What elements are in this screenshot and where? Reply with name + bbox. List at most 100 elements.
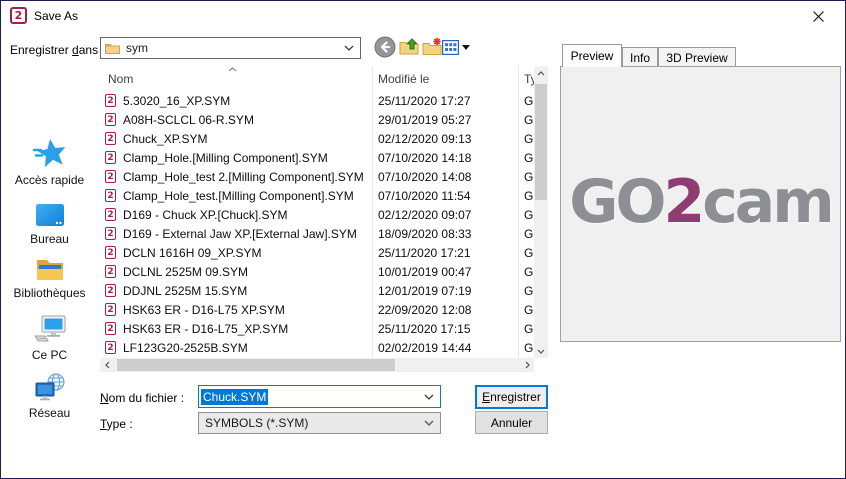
preview-pane: GO2cam bbox=[560, 66, 841, 342]
chevron-down-icon bbox=[344, 45, 354, 51]
file-modified: 25/11/2020 17:21 bbox=[378, 246, 471, 260]
filename-value[interactable]: Chuck.SYM bbox=[201, 389, 268, 405]
file-row[interactable]: 2Clamp_Hole.[Milling Component].SYM07/10… bbox=[100, 149, 534, 168]
file-type: GO bbox=[524, 265, 533, 279]
place-desktop[interactable]: Bureau bbox=[1, 203, 98, 246]
cancel-button[interactable]: Annuler bbox=[475, 411, 548, 434]
column-header-name[interactable]: Nom bbox=[108, 72, 133, 86]
go2cam-file-icon: 2 bbox=[105, 132, 116, 145]
file-type: GO bbox=[524, 303, 533, 317]
look-in-label-mnemonic: d bbox=[72, 43, 79, 57]
file-row[interactable]: 2DCLNL 2525M 09.SYM10/01/2019 00:47GO bbox=[100, 263, 534, 282]
horizontal-scrollbar[interactable] bbox=[100, 358, 534, 372]
save-as-dialog: { "window": { "title": "Save As", "icon_… bbox=[0, 0, 846, 479]
file-row[interactable]: 2HSK63 ER - D16-L75 XP.SYM22/09/2020 12:… bbox=[100, 301, 534, 320]
save-label-post: nregistrer bbox=[490, 390, 541, 404]
place-this-pc[interactable]: Ce PC bbox=[1, 314, 98, 362]
quick-access-star-icon bbox=[33, 136, 67, 170]
file-name: LF123G20-2525B.SYM bbox=[123, 341, 371, 355]
view-menu-icon bbox=[442, 40, 459, 55]
file-type: GO bbox=[524, 132, 533, 146]
scroll-up-button[interactable] bbox=[534, 66, 548, 80]
column-header-modified[interactable]: Modifié le bbox=[378, 72, 429, 86]
window-title: Save As bbox=[34, 9, 78, 23]
vertical-scrollbar[interactable] bbox=[534, 66, 548, 358]
file-name: Clamp_Hole_test 2.[Milling Component].SY… bbox=[123, 170, 371, 184]
up-one-level-button[interactable] bbox=[399, 37, 419, 57]
file-modified: 12/01/2019 07:19 bbox=[378, 284, 471, 298]
file-row[interactable]: 2 Clamp_Hole_test.[Milling Component].SYM… bbox=[100, 187, 534, 206]
file-modified: 10/01/2019 00:47 bbox=[378, 265, 471, 279]
scroll-left-button[interactable] bbox=[100, 358, 114, 372]
file-row[interactable]: 2LF123G20-2525B.SYM02/02/2019 14:44GO bbox=[100, 339, 534, 358]
file-row[interactable]: 25.3020_16_XP.SYM25/11/2020 17:27GO bbox=[100, 92, 534, 111]
file-type: GO bbox=[524, 322, 533, 336]
file-modified: 07/10/2020 14:18 bbox=[378, 151, 471, 165]
look-in-combobox[interactable]: sym bbox=[100, 37, 361, 59]
place-libraries[interactable]: Bibliothèques bbox=[1, 256, 98, 300]
file-row[interactable]: 2 Clamp_Hole_test 2.[Milling Component].S… bbox=[100, 168, 534, 187]
file-name: D169 - Chuck XP.[Chuck].SYM bbox=[123, 208, 371, 222]
file-name: 5.3020_16_XP.SYM bbox=[123, 94, 371, 108]
place-network[interactable]: Réseau bbox=[1, 373, 98, 420]
tab-preview[interactable]: Preview bbox=[562, 44, 622, 67]
create-new-folder-icon bbox=[422, 37, 442, 57]
file-name: A08H-SCLCL 06-R.SYM bbox=[123, 113, 371, 127]
save-button-label: Enregistrer bbox=[482, 390, 541, 404]
look-in-label: Enregistrer dans : bbox=[10, 43, 105, 57]
view-menu-caret-icon bbox=[462, 45, 470, 50]
vertical-scrollbar-thumb[interactable] bbox=[535, 84, 547, 200]
go2cam-file-icon: 2 bbox=[105, 189, 116, 202]
go2cam-file-icon: 2 bbox=[105, 170, 116, 183]
file-row[interactable]: 2HSK63 ER - D16-L75_XP.SYM25/11/2020 17:… bbox=[100, 320, 534, 339]
file-row[interactable]: 2DCLN 1616H 09_XP.SYM25/11/2020 17:21GO bbox=[100, 244, 534, 263]
back-arrow-icon bbox=[374, 36, 396, 58]
filename-label-post: om du fichier : bbox=[109, 391, 184, 405]
place-label: Réseau bbox=[1, 406, 98, 420]
file-name: Clamp_Hole_test.[Milling Component].SYM bbox=[123, 189, 371, 203]
tab-label: 3D Preview bbox=[666, 51, 727, 65]
file-type: GO bbox=[524, 341, 533, 355]
desktop-monitor-icon bbox=[35, 203, 65, 228]
horizontal-scrollbar-thumb[interactable] bbox=[117, 359, 395, 371]
tab-info[interactable]: Info bbox=[622, 47, 658, 67]
filename-combobox[interactable]: Chuck.SYM bbox=[198, 385, 441, 408]
scroll-right-button[interactable] bbox=[520, 358, 534, 372]
file-name: Clamp_Hole.[Milling Component].SYM bbox=[123, 151, 371, 165]
file-row[interactable]: 2D169 - External Jaw XP.[External Jaw].S… bbox=[100, 225, 534, 244]
go2cam-file-icon: 2 bbox=[105, 303, 116, 316]
close-icon bbox=[813, 11, 824, 22]
file-modified: 29/01/2019 05:27 bbox=[378, 113, 471, 127]
place-label: Ce PC bbox=[1, 348, 98, 362]
up-one-level-icon bbox=[399, 37, 419, 57]
new-folder-button[interactable] bbox=[422, 37, 442, 57]
file-modified: 07/10/2020 11:54 bbox=[378, 189, 471, 203]
tab-label: Info bbox=[630, 51, 650, 65]
column-header-type[interactable]: Type bbox=[524, 72, 534, 86]
file-type: GO bbox=[524, 151, 533, 165]
file-row[interactable]: 2A08H-SCLCL 06-R.SYM29/01/2019 05:27GO bbox=[100, 111, 534, 130]
tab-3d-preview[interactable]: 3D Preview bbox=[658, 47, 736, 67]
filename-label-mnemonic: N bbox=[100, 391, 109, 405]
back-button[interactable] bbox=[374, 36, 396, 58]
go2cam-file-icon: 2 bbox=[105, 113, 116, 126]
look-in-label-pre: Enregistrer bbox=[10, 43, 72, 57]
scroll-down-button[interactable] bbox=[534, 344, 548, 358]
file-modified: 02/12/2020 09:13 bbox=[378, 132, 471, 146]
file-modified: 18/09/2020 08:33 bbox=[378, 227, 471, 241]
view-menu-button[interactable] bbox=[442, 39, 470, 56]
place-quick-access[interactable]: Accès rapide bbox=[1, 136, 98, 187]
file-row[interactable]: 2DDJNL 2525M 15.SYM12/01/2019 07:19GO bbox=[100, 282, 534, 301]
places-bar: Accès rapide Bureau Bibliothèques bbox=[1, 66, 98, 372]
go2cam-watermark: GO2cam bbox=[561, 167, 840, 237]
file-row[interactable]: 2D169 - Chuck XP.[Chuck].SYM02/12/2020 0… bbox=[100, 206, 534, 225]
sort-ascending-icon bbox=[228, 67, 237, 72]
close-button[interactable] bbox=[801, 4, 835, 28]
network-globe-icon bbox=[34, 373, 66, 403]
look-in-value: sym bbox=[126, 41, 148, 55]
save-label-mnemonic: E bbox=[482, 390, 490, 404]
save-button[interactable]: Enregistrer bbox=[475, 385, 548, 409]
file-row[interactable]: 2Chuck_XP.SYM02/12/2020 09:13GO bbox=[100, 130, 534, 149]
filetype-combobox[interactable]: SYMBOLS (*.SYM) bbox=[198, 412, 441, 434]
file-list-header: Nom Modifié le Type bbox=[100, 66, 534, 92]
